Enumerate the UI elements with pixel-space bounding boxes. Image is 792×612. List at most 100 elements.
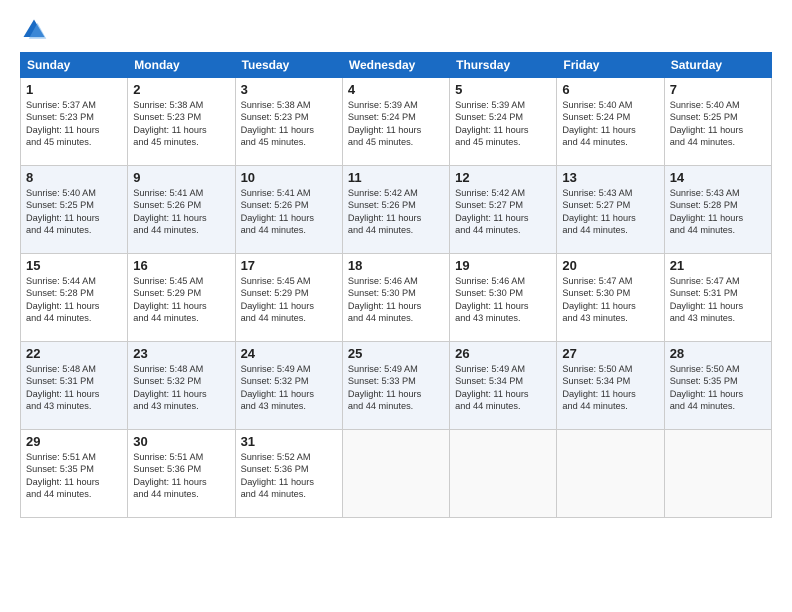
calendar-cell: 25 Sunrise: 5:49 AM Sunset: 5:33 PM Dayl… bbox=[342, 342, 449, 430]
calendar-week-1: 1 Sunrise: 5:37 AM Sunset: 5:23 PM Dayli… bbox=[21, 78, 772, 166]
day-number: 21 bbox=[670, 258, 766, 273]
header-monday: Monday bbox=[128, 53, 235, 78]
day-info: Sunrise: 5:45 AM Sunset: 5:29 PM Dayligh… bbox=[241, 275, 337, 325]
calendar-cell: 20 Sunrise: 5:47 AM Sunset: 5:30 PM Dayl… bbox=[557, 254, 664, 342]
day-info: Sunrise: 5:40 AM Sunset: 5:25 PM Dayligh… bbox=[26, 187, 122, 237]
calendar-cell: 4 Sunrise: 5:39 AM Sunset: 5:24 PM Dayli… bbox=[342, 78, 449, 166]
calendar-cell bbox=[557, 430, 664, 518]
calendar-cell: 14 Sunrise: 5:43 AM Sunset: 5:28 PM Dayl… bbox=[664, 166, 771, 254]
day-number: 24 bbox=[241, 346, 337, 361]
day-number: 3 bbox=[241, 82, 337, 97]
day-number: 27 bbox=[562, 346, 658, 361]
calendar-cell: 19 Sunrise: 5:46 AM Sunset: 5:30 PM Dayl… bbox=[450, 254, 557, 342]
day-number: 17 bbox=[241, 258, 337, 273]
calendar-cell: 29 Sunrise: 5:51 AM Sunset: 5:35 PM Dayl… bbox=[21, 430, 128, 518]
calendar-cell: 23 Sunrise: 5:48 AM Sunset: 5:32 PM Dayl… bbox=[128, 342, 235, 430]
logo-icon bbox=[20, 16, 48, 44]
day-info: Sunrise: 5:47 AM Sunset: 5:30 PM Dayligh… bbox=[562, 275, 658, 325]
day-info: Sunrise: 5:44 AM Sunset: 5:28 PM Dayligh… bbox=[26, 275, 122, 325]
day-info: Sunrise: 5:50 AM Sunset: 5:35 PM Dayligh… bbox=[670, 363, 766, 413]
day-number: 26 bbox=[455, 346, 551, 361]
calendar-cell: 15 Sunrise: 5:44 AM Sunset: 5:28 PM Dayl… bbox=[21, 254, 128, 342]
header-tuesday: Tuesday bbox=[235, 53, 342, 78]
calendar-cell: 5 Sunrise: 5:39 AM Sunset: 5:24 PM Dayli… bbox=[450, 78, 557, 166]
day-info: Sunrise: 5:48 AM Sunset: 5:32 PM Dayligh… bbox=[133, 363, 229, 413]
day-info: Sunrise: 5:52 AM Sunset: 5:36 PM Dayligh… bbox=[241, 451, 337, 501]
day-info: Sunrise: 5:51 AM Sunset: 5:35 PM Dayligh… bbox=[26, 451, 122, 501]
calendar-cell: 8 Sunrise: 5:40 AM Sunset: 5:25 PM Dayli… bbox=[21, 166, 128, 254]
calendar-cell: 17 Sunrise: 5:45 AM Sunset: 5:29 PM Dayl… bbox=[235, 254, 342, 342]
day-info: Sunrise: 5:40 AM Sunset: 5:25 PM Dayligh… bbox=[670, 99, 766, 149]
calendar-week-5: 29 Sunrise: 5:51 AM Sunset: 5:35 PM Dayl… bbox=[21, 430, 772, 518]
day-info: Sunrise: 5:40 AM Sunset: 5:24 PM Dayligh… bbox=[562, 99, 658, 149]
day-info: Sunrise: 5:49 AM Sunset: 5:34 PM Dayligh… bbox=[455, 363, 551, 413]
calendar-cell: 6 Sunrise: 5:40 AM Sunset: 5:24 PM Dayli… bbox=[557, 78, 664, 166]
day-number: 5 bbox=[455, 82, 551, 97]
day-info: Sunrise: 5:43 AM Sunset: 5:28 PM Dayligh… bbox=[670, 187, 766, 237]
day-number: 15 bbox=[26, 258, 122, 273]
calendar-cell: 13 Sunrise: 5:43 AM Sunset: 5:27 PM Dayl… bbox=[557, 166, 664, 254]
calendar-cell: 16 Sunrise: 5:45 AM Sunset: 5:29 PM Dayl… bbox=[128, 254, 235, 342]
header-wednesday: Wednesday bbox=[342, 53, 449, 78]
calendar-week-3: 15 Sunrise: 5:44 AM Sunset: 5:28 PM Dayl… bbox=[21, 254, 772, 342]
day-info: Sunrise: 5:39 AM Sunset: 5:24 PM Dayligh… bbox=[455, 99, 551, 149]
calendar-cell: 22 Sunrise: 5:48 AM Sunset: 5:31 PM Dayl… bbox=[21, 342, 128, 430]
day-number: 25 bbox=[348, 346, 444, 361]
day-number: 28 bbox=[670, 346, 766, 361]
day-number: 1 bbox=[26, 82, 122, 97]
day-info: Sunrise: 5:38 AM Sunset: 5:23 PM Dayligh… bbox=[241, 99, 337, 149]
calendar-cell: 10 Sunrise: 5:41 AM Sunset: 5:26 PM Dayl… bbox=[235, 166, 342, 254]
day-number: 20 bbox=[562, 258, 658, 273]
day-number: 29 bbox=[26, 434, 122, 449]
day-number: 11 bbox=[348, 170, 444, 185]
header bbox=[20, 16, 772, 44]
day-number: 13 bbox=[562, 170, 658, 185]
day-info: Sunrise: 5:42 AM Sunset: 5:27 PM Dayligh… bbox=[455, 187, 551, 237]
header-thursday: Thursday bbox=[450, 53, 557, 78]
calendar-cell: 30 Sunrise: 5:51 AM Sunset: 5:36 PM Dayl… bbox=[128, 430, 235, 518]
day-number: 2 bbox=[133, 82, 229, 97]
calendar-cell: 21 Sunrise: 5:47 AM Sunset: 5:31 PM Dayl… bbox=[664, 254, 771, 342]
day-number: 7 bbox=[670, 82, 766, 97]
day-number: 16 bbox=[133, 258, 229, 273]
calendar-cell: 1 Sunrise: 5:37 AM Sunset: 5:23 PM Dayli… bbox=[21, 78, 128, 166]
day-info: Sunrise: 5:51 AM Sunset: 5:36 PM Dayligh… bbox=[133, 451, 229, 501]
day-info: Sunrise: 5:37 AM Sunset: 5:23 PM Dayligh… bbox=[26, 99, 122, 149]
day-info: Sunrise: 5:46 AM Sunset: 5:30 PM Dayligh… bbox=[455, 275, 551, 325]
day-number: 18 bbox=[348, 258, 444, 273]
day-number: 8 bbox=[26, 170, 122, 185]
calendar-cell bbox=[450, 430, 557, 518]
calendar-cell: 27 Sunrise: 5:50 AM Sunset: 5:34 PM Dayl… bbox=[557, 342, 664, 430]
calendar-cell: 18 Sunrise: 5:46 AM Sunset: 5:30 PM Dayl… bbox=[342, 254, 449, 342]
day-info: Sunrise: 5:43 AM Sunset: 5:27 PM Dayligh… bbox=[562, 187, 658, 237]
day-info: Sunrise: 5:42 AM Sunset: 5:26 PM Dayligh… bbox=[348, 187, 444, 237]
calendar-cell: 9 Sunrise: 5:41 AM Sunset: 5:26 PM Dayli… bbox=[128, 166, 235, 254]
day-number: 10 bbox=[241, 170, 337, 185]
calendar-cell: 26 Sunrise: 5:49 AM Sunset: 5:34 PM Dayl… bbox=[450, 342, 557, 430]
day-info: Sunrise: 5:49 AM Sunset: 5:33 PM Dayligh… bbox=[348, 363, 444, 413]
header-saturday: Saturday bbox=[664, 53, 771, 78]
day-info: Sunrise: 5:39 AM Sunset: 5:24 PM Dayligh… bbox=[348, 99, 444, 149]
day-number: 12 bbox=[455, 170, 551, 185]
day-info: Sunrise: 5:41 AM Sunset: 5:26 PM Dayligh… bbox=[241, 187, 337, 237]
calendar-week-4: 22 Sunrise: 5:48 AM Sunset: 5:31 PM Dayl… bbox=[21, 342, 772, 430]
calendar-header-row: SundayMondayTuesdayWednesdayThursdayFrid… bbox=[21, 53, 772, 78]
calendar-cell: 3 Sunrise: 5:38 AM Sunset: 5:23 PM Dayli… bbox=[235, 78, 342, 166]
day-info: Sunrise: 5:49 AM Sunset: 5:32 PM Dayligh… bbox=[241, 363, 337, 413]
day-number: 6 bbox=[562, 82, 658, 97]
day-number: 23 bbox=[133, 346, 229, 361]
calendar-cell: 28 Sunrise: 5:50 AM Sunset: 5:35 PM Dayl… bbox=[664, 342, 771, 430]
calendar-cell: 12 Sunrise: 5:42 AM Sunset: 5:27 PM Dayl… bbox=[450, 166, 557, 254]
calendar-cell: 7 Sunrise: 5:40 AM Sunset: 5:25 PM Dayli… bbox=[664, 78, 771, 166]
day-number: 22 bbox=[26, 346, 122, 361]
day-info: Sunrise: 5:47 AM Sunset: 5:31 PM Dayligh… bbox=[670, 275, 766, 325]
calendar-week-2: 8 Sunrise: 5:40 AM Sunset: 5:25 PM Dayli… bbox=[21, 166, 772, 254]
calendar-cell: 31 Sunrise: 5:52 AM Sunset: 5:36 PM Dayl… bbox=[235, 430, 342, 518]
day-number: 30 bbox=[133, 434, 229, 449]
calendar-cell bbox=[664, 430, 771, 518]
calendar-cell: 2 Sunrise: 5:38 AM Sunset: 5:23 PM Dayli… bbox=[128, 78, 235, 166]
header-friday: Friday bbox=[557, 53, 664, 78]
day-info: Sunrise: 5:41 AM Sunset: 5:26 PM Dayligh… bbox=[133, 187, 229, 237]
day-info: Sunrise: 5:48 AM Sunset: 5:31 PM Dayligh… bbox=[26, 363, 122, 413]
calendar-cell bbox=[342, 430, 449, 518]
